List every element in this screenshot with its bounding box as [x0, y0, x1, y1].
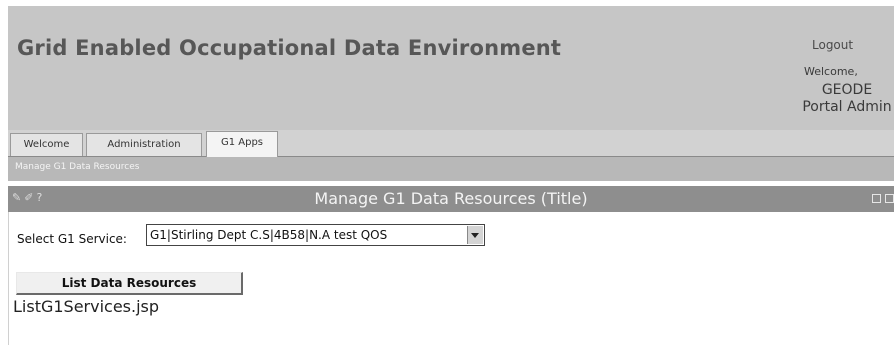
tab-g1-apps[interactable]: G1 Apps	[206, 131, 278, 157]
jsp-output-text: ListG1Services.jsp	[13, 297, 160, 316]
portal-header: Grid Enabled Occupational Data Environme…	[8, 6, 894, 130]
minimize-icon[interactable]	[872, 194, 881, 203]
g1-service-select[interactable]: G1|Stirling Dept C.S|4B58|N.A test QOS	[146, 224, 485, 246]
logout-link[interactable]: Logout	[812, 38, 853, 52]
welcome-user-line1: GEODE	[821, 82, 873, 98]
sub-navigation: Manage G1 Data Resources	[8, 157, 894, 181]
portlet-title-bar: ✎ ✐? Manage G1 Data Resources (Title)	[8, 186, 894, 212]
tab-welcome[interactable]: Welcome	[10, 133, 83, 156]
g1-service-select-value: G1|Stirling Dept C.S|4B58|N.A test QOS	[150, 228, 388, 242]
welcome-label: Welcome,	[804, 65, 858, 78]
chevron-down-icon[interactable]	[467, 226, 483, 244]
subnav-item-manage-g1-data-resources[interactable]: Manage G1 Data Resources	[15, 162, 139, 172]
welcome-user: GEODE Portal Admin	[777, 82, 894, 116]
portlet-title: Manage G1 Data Resources (Title)	[314, 189, 588, 208]
maximize-icon[interactable]	[885, 194, 894, 203]
list-data-resources-button[interactable]: List Data Resources	[16, 272, 243, 295]
site-title: Grid Enabled Occupational Data Environme…	[17, 36, 562, 60]
welcome-user-line2: Portal Admin	[802, 99, 892, 115]
select-service-label: Select G1 Service:	[17, 232, 127, 246]
tab-administration[interactable]: Administration	[86, 133, 202, 156]
